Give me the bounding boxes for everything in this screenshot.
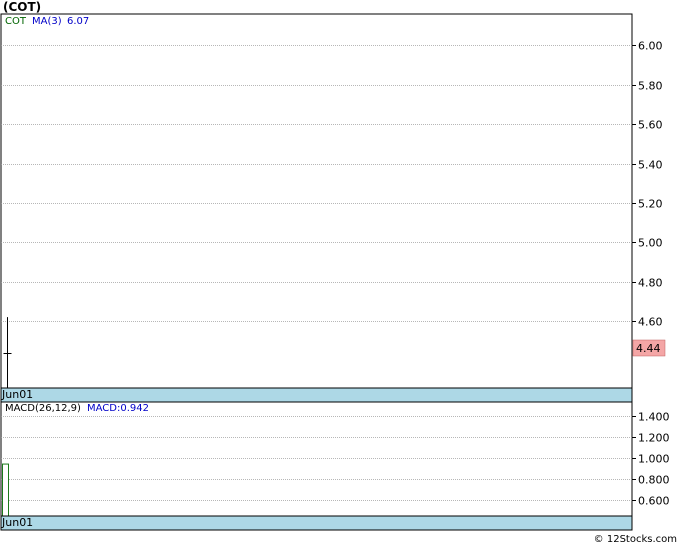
legend-ma-value: 6.07 [67,16,89,27]
price-date-label: Jun01 [1,388,33,401]
price-y-tick-label: 5.60 [638,119,663,132]
macd-y-tick-label: 1.000 [638,453,670,466]
footer-credit: © 12Stocks.com [593,534,677,545]
price-y-tick-label: 5.40 [638,159,663,172]
macd-date-label: Jun01 [1,516,33,529]
macd-date-band [0,515,633,531]
price-y-tick-label: 5.00 [638,237,663,250]
price-y-tick-label: 4.80 [638,277,663,290]
last-price-label: 4.44 [636,342,661,355]
price-y-axis: 6.00 5.80 5.60 5.40 5.20 5.00 4.80 4.60 [632,40,663,329]
macd-legend-name: MACD(26,12,9) [5,403,81,414]
macd-y-tick-label: 1.200 [638,432,670,445]
price-y-tick-label: 6.00 [638,40,663,53]
macd-marks [2,463,9,517]
price-y-tick-label: 5.80 [638,80,663,93]
macd-y-tick-label: 1.400 [638,411,670,424]
price-date-band [0,387,633,403]
macd-y-axis: 1.400 1.200 1.000 0.800 0.600 [632,411,670,508]
price-y-tick-label: 5.20 [638,198,663,211]
legend-ma-label: MA(3) [32,16,62,27]
macd-y-tick-label: 0.600 [638,495,670,508]
chart-canvas: 6.00 5.80 5.60 5.40 5.20 5.00 4.80 4.60 COT MA(… [0,13,670,531]
price-panel [0,13,633,389]
macd-bar [2,463,9,517]
macd-y-tick-label: 0.800 [638,474,670,487]
macd-panel [0,401,633,517]
legend-symbol: COT [5,16,27,27]
price-y-tick-label: 4.60 [638,316,663,329]
macd-legend-value: MACD:0.942 [87,403,149,414]
